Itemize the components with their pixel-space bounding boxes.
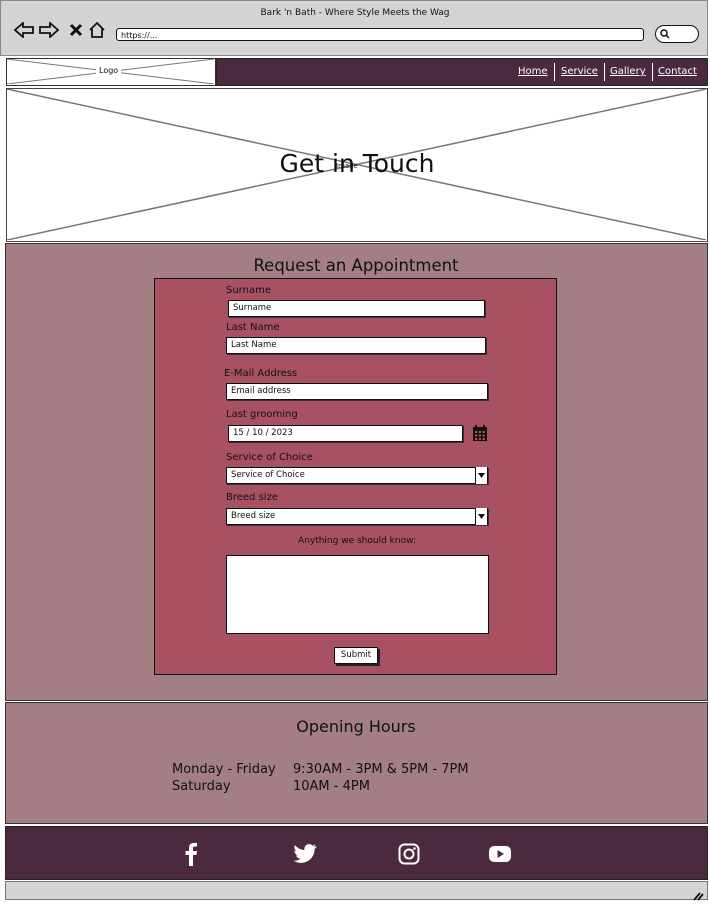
youtube-icon[interactable] <box>487 841 513 867</box>
nav-contact-link[interactable]: Contact <box>658 66 697 77</box>
notes-textarea[interactable] <box>226 555 489 634</box>
breed-size-label: Breed size <box>226 492 278 503</box>
nav-gallery-link[interactable]: Gallery <box>610 66 646 77</box>
email-label: E-Mail Address <box>224 368 298 379</box>
back-arrow-icon[interactable] <box>14 19 34 41</box>
last-grooming-label: Last grooming <box>226 409 298 420</box>
surname-input[interactable]: Surname <box>228 300 485 317</box>
opening-hours-title: Opening Hours <box>296 717 416 736</box>
nav-divider <box>604 63 605 81</box>
surname-label: Surname <box>226 285 271 296</box>
breed-size-select[interactable]: Breed size <box>226 508 488 525</box>
nav-home-link[interactable]: Home <box>518 66 548 77</box>
logo-label: Logo <box>96 66 122 75</box>
service-select-value: Service of Choice <box>231 470 305 480</box>
status-bar <box>5 881 708 900</box>
chevron-down-icon[interactable] <box>475 508 487 525</box>
submit-button[interactable]: Submit <box>334 647 378 664</box>
form-heading: Request an Appointment <box>253 256 459 275</box>
last-grooming-date-input[interactable]: 15 / 10 / 2023 <box>228 425 463 442</box>
search-icon <box>660 29 670 39</box>
twitter-icon[interactable] <box>292 841 318 867</box>
resize-grip-icon[interactable] <box>692 886 704 901</box>
hours-time: 9:30AM - 3PM & 5PM - 7PM <box>293 762 469 777</box>
search-field[interactable] <box>655 25 699 43</box>
chevron-down-icon[interactable] <box>475 467 487 484</box>
home-icon[interactable] <box>87 19 107 41</box>
hours-day: Saturday <box>172 779 231 794</box>
instagram-icon[interactable] <box>396 841 422 867</box>
hours-day: Monday - Friday <box>172 762 276 777</box>
hero-title: Get in Touch <box>279 149 435 178</box>
calendar-icon[interactable] <box>472 425 488 442</box>
last-name-label: Last Name <box>226 322 280 333</box>
nav-divider <box>652 63 653 81</box>
nav-service-link[interactable]: Service <box>561 66 598 77</box>
last-name-input[interactable]: Last Name <box>226 337 486 354</box>
email-input[interactable]: Email address <box>226 383 488 400</box>
window-title: Bark 'n Bath - Where Style Meets the Wag <box>260 8 450 18</box>
url-bar[interactable]: https://... <box>116 28 644 41</box>
close-icon[interactable] <box>66 19 86 41</box>
facebook-icon[interactable] <box>178 841 204 867</box>
nav-divider <box>554 63 555 81</box>
service-label: Service of Choice <box>226 452 313 463</box>
forward-arrow-icon[interactable] <box>39 19 59 41</box>
service-select[interactable]: Service of Choice <box>226 467 488 484</box>
hours-time: 10AM - 4PM <box>293 779 370 794</box>
notes-label: Anything we should know: <box>298 536 416 546</box>
breed-size-select-value: Breed size <box>231 511 276 521</box>
footer <box>5 826 708 880</box>
